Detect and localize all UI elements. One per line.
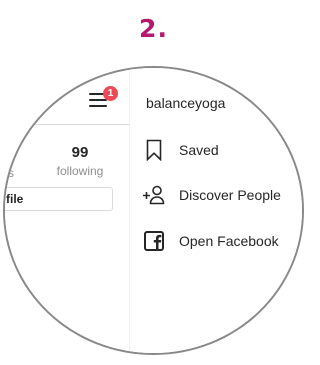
menu-item-discover-people[interactable]: Discover People (142, 183, 302, 211)
following-label[interactable]: following (50, 164, 110, 178)
menu-item-label: Discover People (179, 187, 281, 203)
add-person-icon (142, 183, 166, 207)
menu-username: balanceyoga (146, 95, 226, 111)
hamburger-line (89, 105, 107, 107)
notification-badge: 1 (103, 86, 118, 101)
stat-label-partial: s (8, 166, 14, 180)
facebook-icon (142, 229, 166, 253)
menu-item-open-facebook[interactable]: Open Facebook (142, 229, 302, 257)
app-screen: 1 s 99 following file balanceyoga Saved (5, 68, 302, 353)
edit-profile-button[interactable]: file (5, 187, 113, 211)
menu-item-saved[interactable]: Saved (142, 138, 302, 166)
menu-button[interactable]: 1 (87, 86, 118, 112)
hamburger-line (89, 99, 107, 101)
menu-item-label: Open Facebook (179, 233, 279, 249)
magnified-view: 1 s 99 following file balanceyoga Saved (5, 68, 302, 353)
following-count[interactable]: 99 (50, 144, 110, 161)
menu-item-label: Saved (179, 142, 219, 158)
step-number: 2. (139, 14, 168, 43)
bookmark-icon (142, 138, 166, 162)
